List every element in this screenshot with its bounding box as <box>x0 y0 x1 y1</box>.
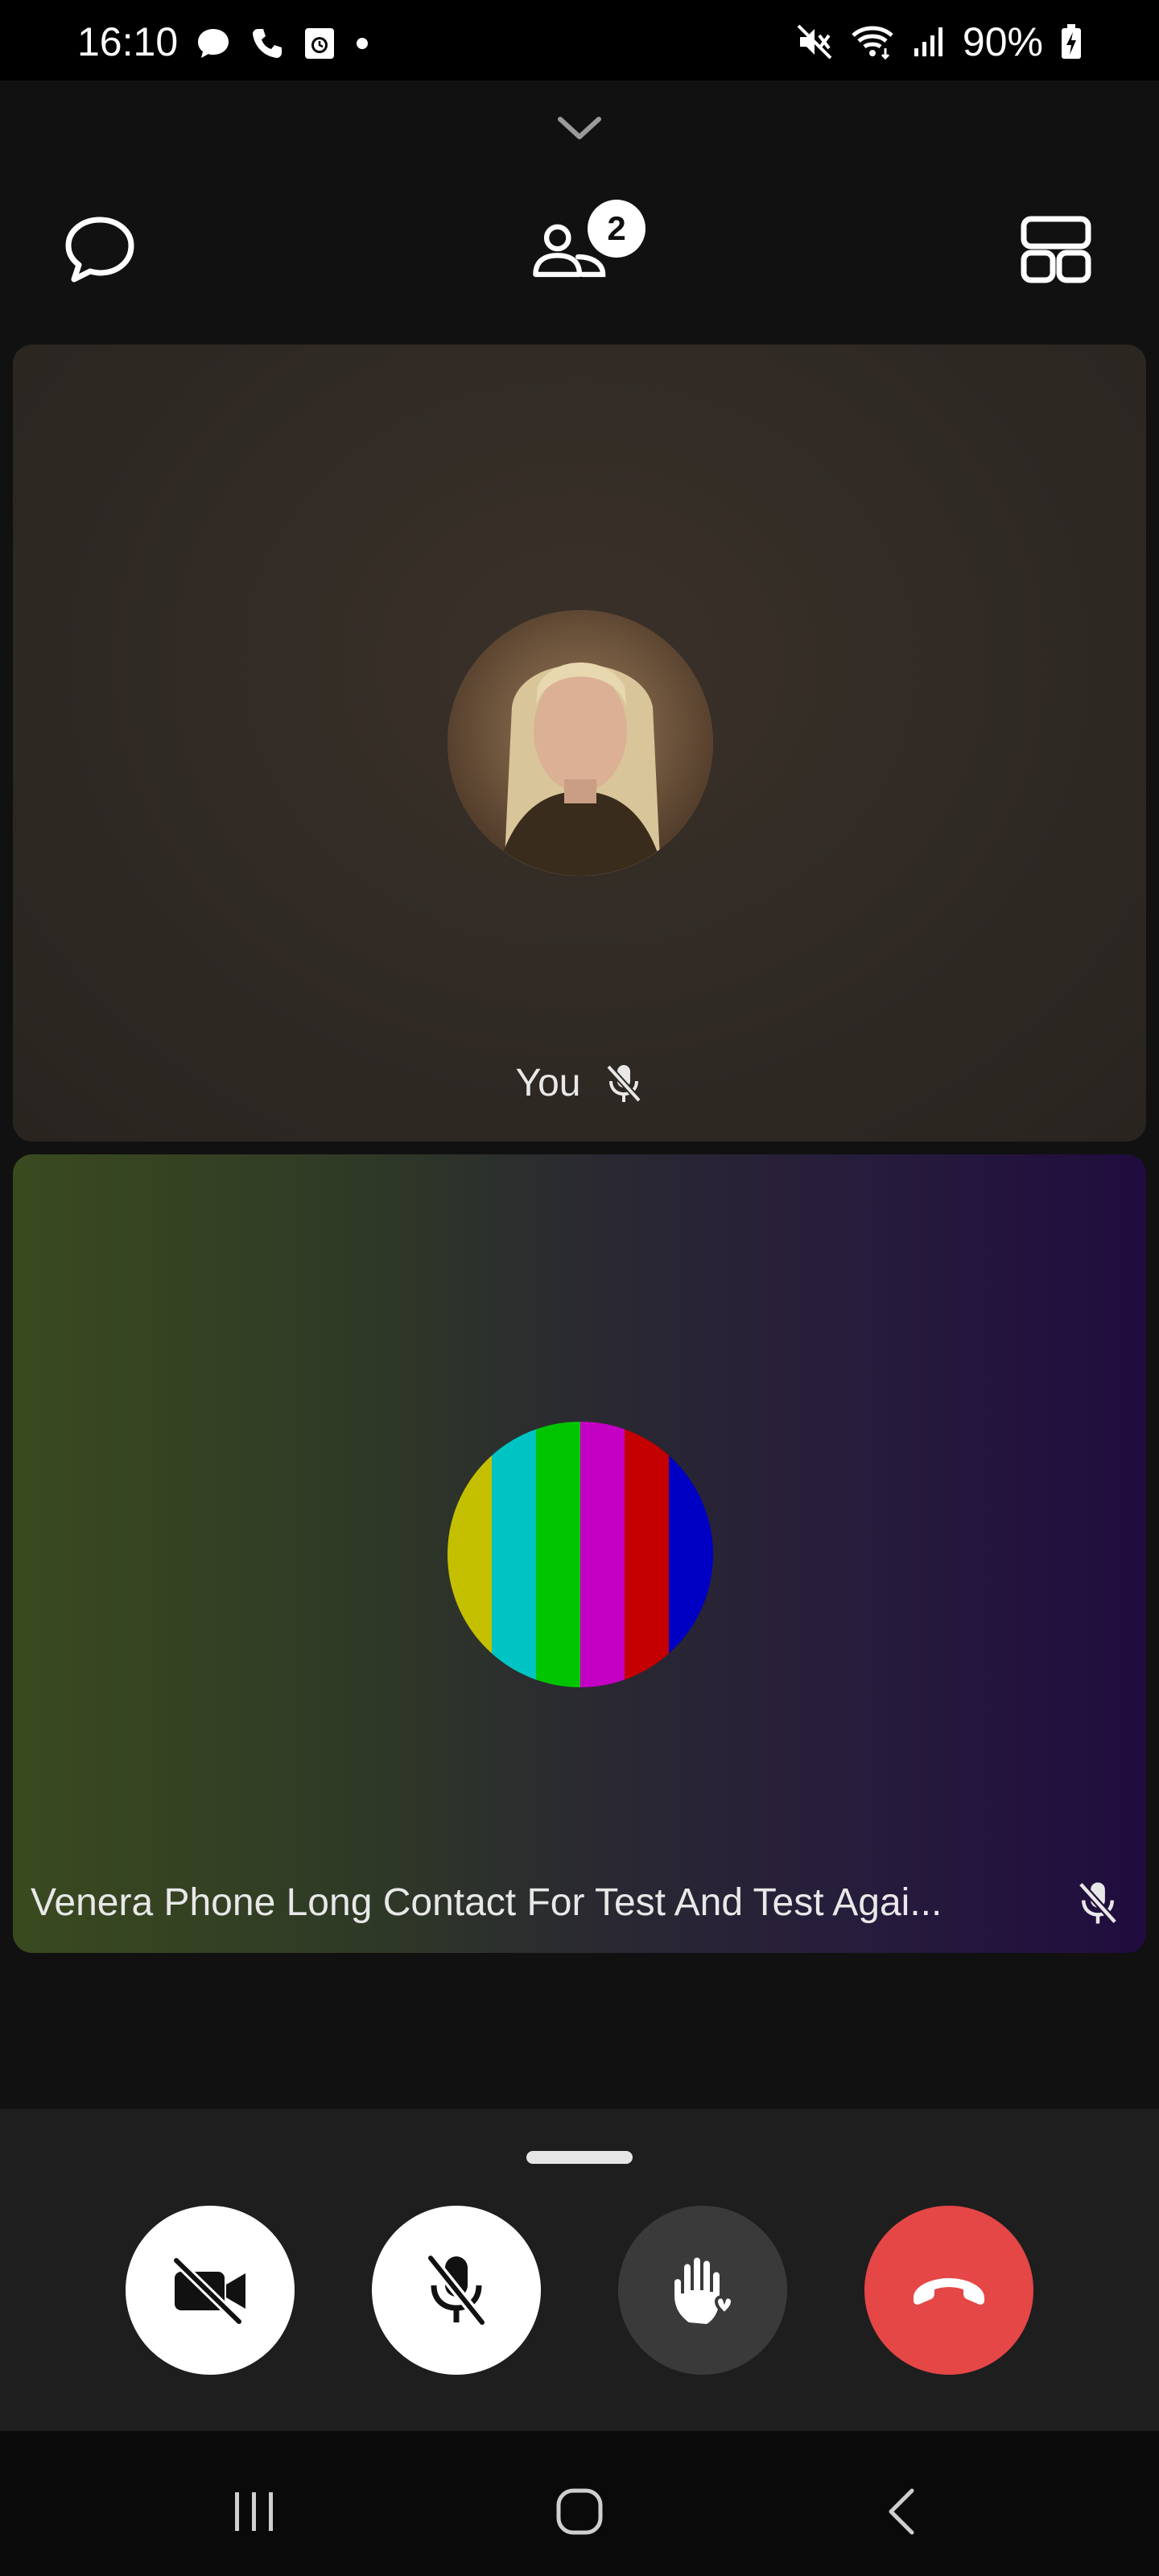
raise-hand-icon <box>674 2257 735 2324</box>
back-icon <box>889 2488 914 2535</box>
status-bar: 16:10 90% <box>0 0 1159 80</box>
avatar-self <box>448 610 713 876</box>
status-system-icons: 90% <box>797 19 1082 64</box>
end-call-button[interactable] <box>864 2206 1033 2375</box>
signal-icon <box>914 27 942 56</box>
microphone-toggle-button[interactable] <box>372 2206 541 2375</box>
avatar-photo <box>448 610 713 876</box>
mute-icon <box>797 24 832 60</box>
microphone-off-icon <box>425 2252 488 2328</box>
tile-label-self: You <box>13 1061 1146 1106</box>
participant-name: You <box>515 1062 581 1104</box>
participants-count-badge: 2 <box>588 200 645 258</box>
avatar-stripe <box>625 1422 669 1687</box>
collapse-chevron-icon[interactable] <box>555 113 604 145</box>
wifi-icon <box>852 26 893 60</box>
avatar-stripe <box>492 1422 536 1687</box>
avatar-stripe <box>536 1422 580 1687</box>
chat-button[interactable] <box>60 209 140 290</box>
mic-muted-icon <box>1078 1881 1118 1925</box>
chat-icon <box>65 217 134 283</box>
battery-charging-icon <box>1062 24 1081 59</box>
avatar-stripe <box>580 1422 625 1687</box>
grid-layout-icon <box>1021 216 1091 283</box>
back-button[interactable] <box>869 2479 934 2544</box>
camera-toggle-button[interactable] <box>126 2206 295 2375</box>
avatar-remote <box>448 1422 713 1687</box>
end-call-icon <box>914 2278 984 2305</box>
phone-icon <box>253 29 282 58</box>
mic-muted-icon <box>605 1064 641 1103</box>
layout-button[interactable] <box>1016 209 1096 290</box>
recent-apps-button[interactable] <box>222 2479 287 2544</box>
clock-app-icon <box>305 28 334 59</box>
home-button[interactable] <box>547 2479 612 2544</box>
avatar-stripe <box>448 1422 492 1687</box>
avatar-stripe <box>669 1422 713 1687</box>
sheet-drag-handle[interactable] <box>526 2151 633 2164</box>
reactions-button[interactable] <box>618 2206 787 2375</box>
participant-name: Venera Phone Long Contact For Test And T… <box>31 1881 942 1924</box>
battery-percentage: 90% <box>962 19 1043 64</box>
video-tile-remote[interactable]: Venera Phone Long Contact For Test And T… <box>13 1154 1146 1953</box>
recent-apps-icon <box>235 2492 273 2531</box>
chat-bubble-icon <box>198 29 229 58</box>
call-screen: 16:10 90% 2 You Venera Phone Long Contac… <box>0 0 1159 2576</box>
video-tile-self[interactable]: You <box>13 345 1146 1141</box>
home-icon <box>556 2488 603 2535</box>
camera-off-icon <box>171 2256 245 2326</box>
dot-icon <box>357 38 368 49</box>
status-time: 16:10 <box>77 19 179 64</box>
system-navigation-bar <box>0 2431 1159 2576</box>
status-notification-icons <box>196 27 369 60</box>
